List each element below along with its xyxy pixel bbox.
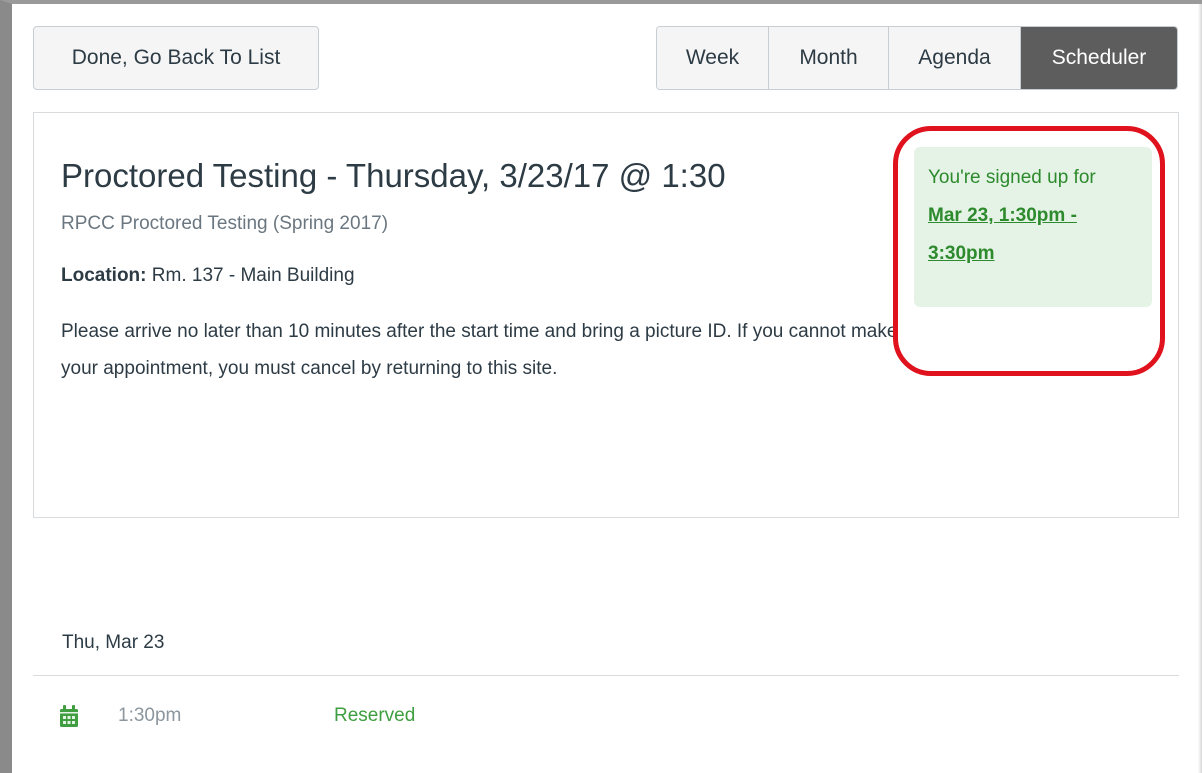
signup-status-box: You're signed up for Mar 23, 1:30pm - 3:…: [914, 147, 1152, 307]
event-description: Please arrive no later than 10 minutes a…: [61, 321, 898, 379]
location-label: Location:: [61, 265, 147, 286]
location-value: Rm. 137 - Main Building: [151, 265, 355, 286]
calendar-view-tabs: Week Month Agenda Scheduler: [656, 26, 1178, 90]
event-location: Location: Rm. 137 - Main Building: [61, 265, 355, 287]
schedule-date-heading: Thu, Mar 23: [62, 632, 165, 653]
slot-time: 1:30pm: [118, 705, 182, 726]
event-title: Proctored Testing - Thursday, 3/23/17 @ …: [61, 157, 726, 194]
app-window: Done, Go Back To List Week Month Agenda …: [0, 0, 1202, 773]
tab-week[interactable]: Week: [657, 27, 769, 89]
divider: [33, 675, 1179, 676]
slot-status: Reserved: [334, 705, 416, 726]
tab-agenda[interactable]: Agenda: [889, 27, 1021, 89]
tab-month[interactable]: Month: [769, 27, 889, 89]
time-slot-row[interactable]: 1:30pm Reserved: [33, 694, 1179, 742]
done-go-back-button[interactable]: Done, Go Back To List: [33, 26, 319, 90]
signup-time-link[interactable]: Mar 23, 1:30pm - 3:30pm: [928, 197, 1140, 273]
tab-scheduler[interactable]: Scheduler: [1021, 27, 1177, 89]
event-details-card: Proctored Testing - Thursday, 3/23/17 @ …: [33, 112, 1179, 518]
event-calendar-name: RPCC Proctored Testing (Spring 2017): [61, 213, 389, 234]
signup-message: You're signed up for: [928, 167, 1096, 188]
calendar-icon: [59, 704, 79, 728]
